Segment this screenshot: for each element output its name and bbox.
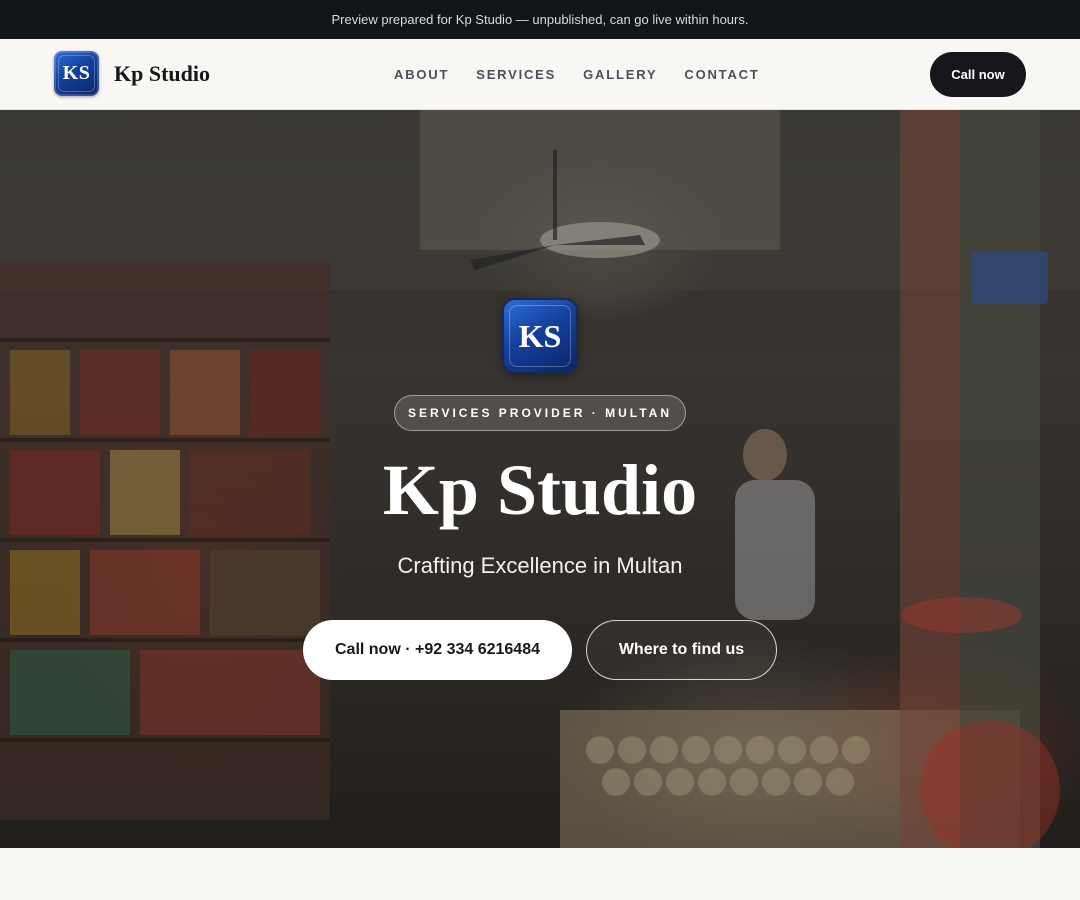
brand-name: Kp Studio (114, 60, 210, 86)
hero-tagline-badge: SERVICES PROVIDER · MULTAN (394, 395, 686, 431)
main-nav: ABOUT SERVICES GALLERY CONTACT (394, 39, 760, 109)
brand[interactable]: KS Kp Studio (54, 51, 210, 96)
preview-banner-text: Preview prepared for Kp Studio — unpubli… (331, 12, 749, 27)
call-phone-button[interactable]: Call now · +92 334 6216484 (303, 620, 572, 680)
find-us-button[interactable]: Where to find us (586, 620, 777, 680)
nav-about[interactable]: ABOUT (394, 67, 449, 82)
hero-logo: KS (504, 300, 576, 372)
hero-logo-text: KS (518, 317, 562, 354)
brand-logo-text: KS (62, 62, 91, 84)
nav-contact[interactable]: CONTACT (684, 67, 759, 82)
brand-logo: KS (54, 51, 99, 96)
nav-services[interactable]: SERVICES (476, 67, 556, 82)
preview-banner: Preview prepared for Kp Studio — unpubli… (0, 0, 1080, 39)
hero-section: KS SERVICES PROVIDER · MULTAN Kp Studio … (0, 110, 1080, 848)
hero-subtitle: Crafting Excellence in Multan (397, 553, 683, 578)
site-header: KS Kp Studio ABOUT SERVICES GALLERY CONT… (0, 39, 1080, 110)
hero-content: KS SERVICES PROVIDER · MULTAN Kp Studio … (0, 110, 1080, 848)
nav-gallery[interactable]: GALLERY (583, 67, 657, 82)
hero-title: Kp Studio (382, 450, 698, 530)
header-call-button[interactable]: Call now (930, 52, 1026, 97)
